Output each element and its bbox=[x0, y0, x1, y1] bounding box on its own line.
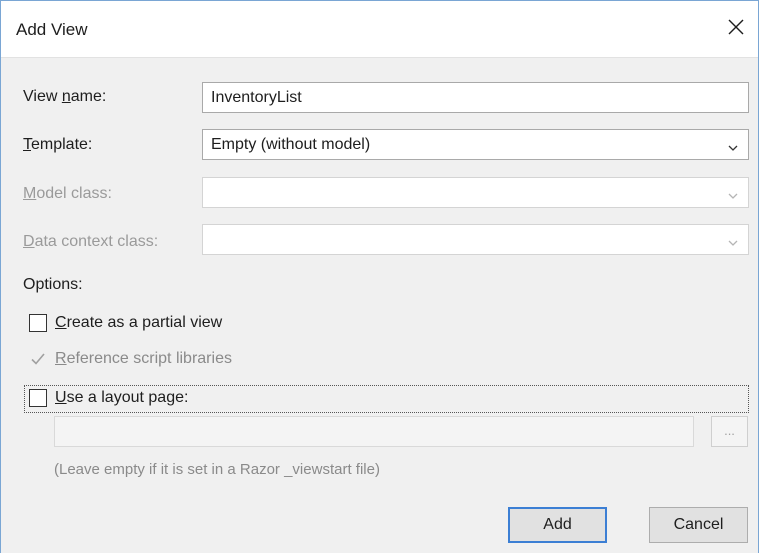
partial-view-label[interactable]: Create as a partial view bbox=[55, 314, 222, 332]
browse-button[interactable]: ... bbox=[711, 416, 748, 447]
view-name-input[interactable]: InventoryList bbox=[202, 82, 749, 113]
model-class-label: Model class: bbox=[23, 185, 112, 202]
view-name-label: View name: bbox=[23, 88, 107, 105]
options-heading: Options: bbox=[23, 276, 83, 293]
dialog-body: View name: InventoryList Template: Empty… bbox=[1, 57, 758, 553]
checkmark-icon bbox=[31, 353, 45, 365]
partial-view-checkbox[interactable] bbox=[29, 314, 47, 332]
view-name-value: InventoryList bbox=[211, 89, 302, 106]
data-context-class-label: Data context class: bbox=[23, 233, 159, 250]
model-class-select[interactable] bbox=[202, 177, 749, 208]
chevron-down-icon bbox=[728, 188, 738, 199]
close-icon[interactable] bbox=[722, 13, 750, 41]
chevron-down-icon bbox=[728, 140, 738, 151]
dialog-title: Add View bbox=[16, 20, 88, 39]
reference-scripts-checkbox[interactable] bbox=[29, 350, 47, 368]
template-select[interactable]: Empty (without model) bbox=[202, 129, 749, 160]
data-context-class-select[interactable] bbox=[202, 224, 749, 255]
layout-page-checkbox[interactable] bbox=[29, 389, 47, 407]
layout-page-label[interactable]: Use a layout page: bbox=[55, 389, 188, 407]
cancel-button[interactable]: Cancel bbox=[649, 507, 748, 543]
template-value: Empty (without model) bbox=[211, 136, 371, 153]
chevron-down-icon bbox=[728, 235, 738, 246]
reference-scripts-label: Reference script libraries bbox=[55, 350, 232, 367]
add-button[interactable]: Add bbox=[508, 507, 607, 543]
add-view-dialog: Add View View name: InventoryList Templa… bbox=[0, 0, 759, 553]
layout-hint-text: (Leave empty if it is set in a Razor _vi… bbox=[54, 461, 380, 478]
title-bar: Add View bbox=[1, 1, 758, 57]
layout-path-input[interactable] bbox=[54, 416, 694, 447]
template-label: Template: bbox=[23, 136, 93, 153]
